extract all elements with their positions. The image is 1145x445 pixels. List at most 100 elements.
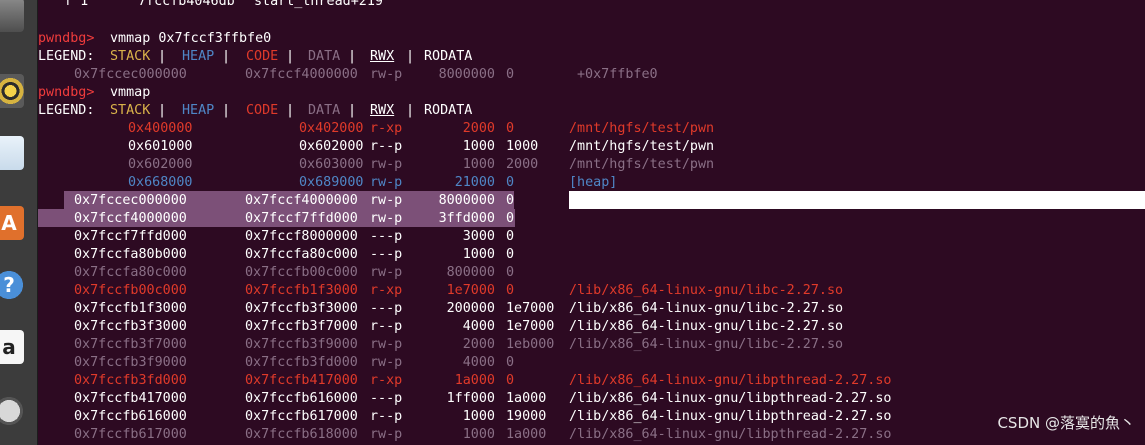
map-name: [heap] — [569, 175, 618, 190]
command-line-1: pwndbg> vmmap 0x7fccf3ffbfe0 — [38, 30, 271, 48]
map-start: 0x601000 — [128, 139, 193, 154]
map-size: 3ffd000 — [438, 211, 495, 226]
map-perms: ---p — [370, 247, 403, 262]
map-end: 0x7fccfb3fd000 — [245, 355, 358, 370]
map-start: 0x7fccfa80c000 — [74, 265, 187, 280]
map-start: 0x7fccec000000 — [74, 193, 187, 208]
map-size: 1000 — [462, 247, 495, 262]
pwndbg-prompt: pwndbg> — [38, 85, 95, 100]
map-size: 200000 — [446, 301, 495, 316]
map-end: 0x7fccf4000000 — [245, 193, 358, 208]
map-end: 0x7fccfb618000 — [245, 427, 358, 442]
map-size: 3000 — [462, 229, 495, 244]
map-start: 0x7fccfb616000 — [74, 409, 187, 424]
map-perms: r-xp — [370, 121, 403, 136]
map-offset: 0 — [506, 211, 515, 226]
map-perms: rw-p — [370, 337, 403, 352]
backtrace-partial-line: f 1 7fccfb4046db start_thread+219 — [38, 0, 383, 11]
map-start: 0x7fccfb1f3000 — [74, 301, 187, 316]
terminal-window[interactable]: f 1 7fccfb4046db start_thread+219 pwndbg… — [38, 0, 1145, 445]
dock-item[interactable] — [0, 68, 32, 114]
map-end: 0x7fccfb00c000 — [245, 265, 358, 280]
dock-item[interactable] — [0, 130, 32, 176]
map-size: 1000 — [462, 409, 495, 424]
dock-item[interactable]: ? — [0, 262, 32, 308]
legend-code: CODE — [246, 103, 279, 118]
file-cabinet-icon — [0, 0, 24, 32]
map-name: /mnt/hgfs/test/pwn — [569, 139, 715, 154]
map-name: /lib/x86_64-linux-gnu/libc-2.27.so — [569, 301, 844, 316]
map-perms: rw-p — [370, 175, 403, 190]
command-text: vmmap — [110, 85, 151, 100]
amazon-glyph: a — [2, 335, 16, 359]
csdn-watermark: CSDN @落寞的魚丶 — [997, 414, 1135, 432]
map-offset: 1a000 — [506, 391, 547, 406]
map-end: 0x7fccfb1f3000 — [245, 283, 358, 298]
dock-item[interactable]: A — [0, 200, 32, 246]
legend-sep: | — [286, 103, 295, 118]
map-end: 0x7fccf4000000 — [245, 67, 358, 82]
map-start: 0x7fccfb3fd000 — [74, 373, 187, 388]
map-end: 0x603000 — [299, 157, 364, 172]
dock-item[interactable] — [0, 388, 32, 434]
map-perms: rw-p — [370, 193, 403, 208]
map-perms: r-xp — [370, 283, 403, 298]
map-start: 0x7fccfb00c000 — [74, 283, 187, 298]
legend-stack: STACK — [110, 49, 151, 64]
map-end: 0x7fccfb3f7000 — [245, 319, 358, 334]
legend-heap: HEAP — [182, 49, 215, 64]
legend-prefix: LEGEND: — [38, 49, 95, 64]
settings-icon — [0, 394, 24, 428]
legend-rodata: RODATA — [424, 49, 473, 64]
map-size: 2000 — [462, 121, 495, 136]
map-size: 4000 — [462, 319, 495, 334]
map-size: 800000 — [446, 265, 495, 280]
map-name: /lib/x86_64-linux-gnu/libc-2.27.so — [569, 319, 844, 334]
map-name: /mnt/hgfs/test/pwn — [569, 121, 715, 136]
map-offset: 1000 — [506, 139, 539, 154]
pwndbg-prompt: pwndbg> — [38, 31, 95, 46]
map-offset: 0 — [506, 121, 515, 136]
legend-heap: HEAP — [182, 103, 215, 118]
map-perms: r--p — [370, 319, 403, 334]
map-perms: ---p — [370, 391, 403, 406]
dock-item[interactable]: a — [0, 324, 32, 370]
frame-symbol: start_thread+219 — [254, 0, 383, 9]
map-perms: r--p — [370, 139, 403, 154]
legend-data: DATA — [308, 49, 341, 64]
map-name: /lib/x86_64-linux-gnu/libc-2.27.so — [569, 283, 844, 298]
map-name: /lib/x86_64-linux-gnu/libpthread-2.27.so — [569, 409, 892, 424]
screen: A? a f 1 7fccfb4046db start_thread+219 pw… — [0, 0, 1145, 445]
map-perms: r-xp — [370, 373, 403, 388]
map-perms: rw-p — [370, 427, 403, 442]
launcher-dock: A? a — [0, 0, 38, 445]
map-end: 0x7fccfa80c000 — [245, 247, 358, 262]
map-size: 8000000 — [438, 67, 495, 82]
map-start: 0x400000 — [128, 121, 193, 136]
map-offset: 2000 — [506, 157, 539, 172]
speaker-icon — [0, 74, 24, 108]
map-perms: rw-p — [370, 67, 403, 82]
map-start: 0x7fccfb3f3000 — [74, 319, 187, 334]
map-perms: rw-p — [370, 265, 403, 280]
map-size: 4000 — [462, 355, 495, 370]
software-center-glyph: A — [1, 211, 17, 235]
map-size: 1000 — [462, 139, 495, 154]
selection-end-bar — [569, 191, 1145, 209]
legend-prefix: LEGEND: — [38, 103, 95, 118]
dock-item[interactable] — [0, 0, 32, 38]
map-perms: rw-p — [370, 157, 403, 172]
map-offset: 0 — [506, 229, 515, 244]
map-offset: 0 — [506, 67, 515, 82]
map-offset: 0 — [506, 175, 515, 190]
legend-stack: STACK — [110, 103, 151, 118]
map-size: 1000 — [462, 427, 495, 442]
legend-rodata: RODATA — [424, 103, 473, 118]
map-name: /mnt/hgfs/test/pwn — [569, 157, 715, 172]
map-start: 0x7fccf4000000 — [74, 211, 187, 226]
map-end: 0x7fccf8000000 — [245, 229, 358, 244]
frame-label: f 1 — [64, 0, 89, 9]
map-size: 21000 — [454, 175, 495, 190]
map-offset: 0 — [506, 355, 515, 370]
map-offset: 0 — [506, 193, 515, 208]
